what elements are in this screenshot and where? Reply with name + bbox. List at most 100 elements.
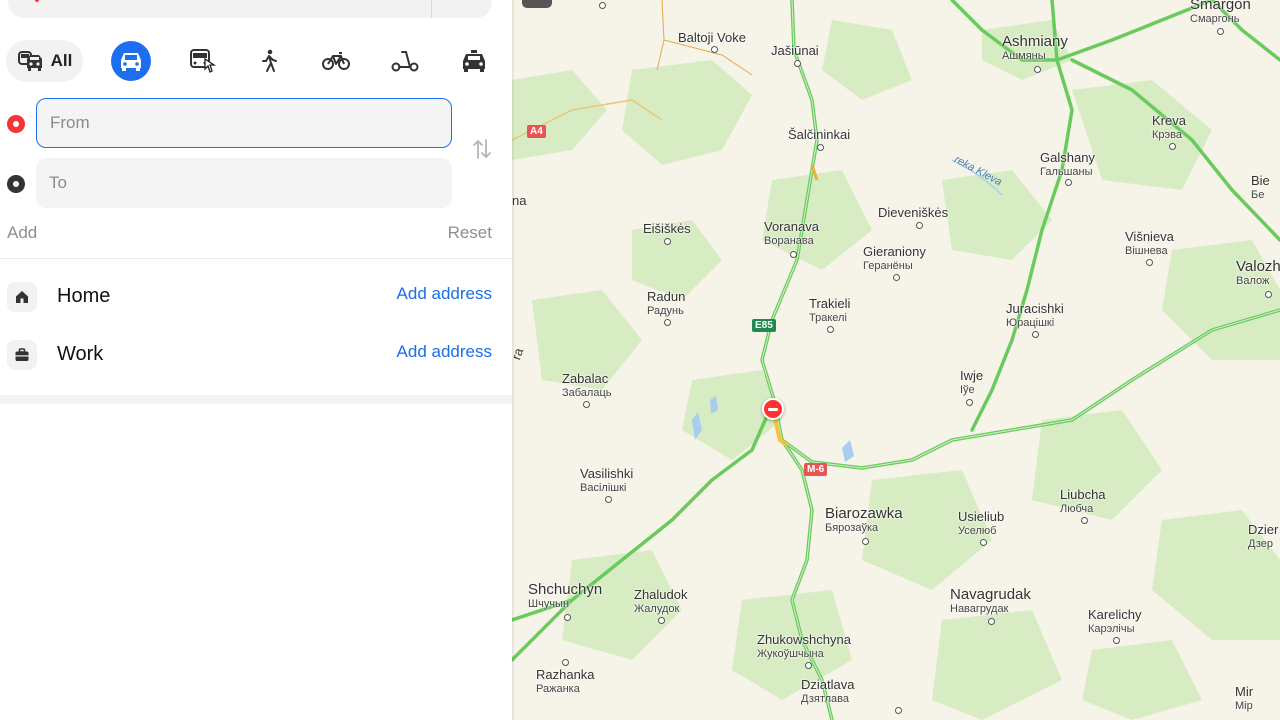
to-input[interactable]: To xyxy=(36,158,452,208)
mode-walk-button[interactable] xyxy=(251,40,287,82)
town-trakieli-name: Trakieli xyxy=(809,296,851,311)
town-vasilishki-name: Vasilishki xyxy=(580,466,634,481)
town-vishnieva: Višnieva Вішнева xyxy=(1125,230,1174,258)
town-galshany: Galshany Гальшаны xyxy=(1040,151,1095,179)
town-valozh: Valozh Валож xyxy=(1236,258,1280,288)
town-ashmiany: Ashmiany Ашмяны xyxy=(1002,34,1068,63)
town-dot xyxy=(966,399,973,406)
town-shchuchyn-name: Shchuchyn xyxy=(528,581,603,598)
town-mir-name: Mir xyxy=(1235,684,1254,699)
town-iwje-name: Iwje xyxy=(960,368,984,383)
town-razhanka-name: Razhanka xyxy=(536,667,595,682)
road-closure-icon[interactable] xyxy=(762,398,784,420)
town-usieliub: Usieliub Уселюб xyxy=(958,510,1004,538)
town-zabalac: Zabalac Забалаць xyxy=(562,372,612,400)
mode-car-button[interactable] xyxy=(111,41,151,81)
town-bie-name: Bie xyxy=(1251,173,1270,188)
town-zabalac-cyr: Забалаць xyxy=(562,387,612,399)
town-dot xyxy=(664,319,671,326)
town-smargon-cyr: Смаргонь xyxy=(1190,13,1240,25)
town-valozh-name: Valozh xyxy=(1236,258,1280,275)
swap-route-button[interactable] xyxy=(472,138,492,160)
town-dot xyxy=(862,538,869,545)
town-vasilishki: Vasilishki Васілішкі xyxy=(580,467,633,495)
town-juracishki-cyr: Юрацішкі xyxy=(1006,317,1055,329)
all-transport-icon xyxy=(17,51,42,71)
town-valozh-cyr: Валож xyxy=(1236,275,1270,287)
home-add-address-link[interactable]: Add address xyxy=(397,284,492,304)
town-dot xyxy=(980,539,987,546)
town-iwje-cyr: Іўе xyxy=(960,384,975,396)
town-biarozawka-cyr: Бярозаўка xyxy=(825,522,879,534)
pedestrian-icon xyxy=(262,49,277,72)
road-shield-a4: A4 xyxy=(527,125,546,138)
town-dot xyxy=(893,274,900,281)
town-dot xyxy=(988,618,995,625)
to-point-marker xyxy=(7,175,25,193)
town-bie-cyr: Бе xyxy=(1251,189,1265,201)
town-fragment-na: na xyxy=(512,193,527,208)
mode-taxi-button[interactable] xyxy=(456,40,492,82)
town-dot xyxy=(794,60,801,67)
town-trakieli-cyr: Тракелі xyxy=(809,312,847,324)
town-karelichy-cyr: Карэлічы xyxy=(1088,623,1135,635)
mode-all-button[interactable]: All xyxy=(6,40,83,82)
town-dot xyxy=(1081,517,1088,524)
town-zhukowshchyna-cyr: Жукоўшчына xyxy=(757,648,824,660)
add-point-button[interactable]: Add xyxy=(7,223,37,243)
town-vishnieva-cyr: Вішнева xyxy=(1125,245,1168,257)
map-control-button[interactable] xyxy=(522,0,552,8)
favorite-work-row[interactable]: Work Add address xyxy=(0,332,512,376)
town-mir-cyr: Мір xyxy=(1235,700,1253,712)
town-liubcha: Liubcha Любча xyxy=(1060,488,1106,516)
mode-transit-button[interactable] xyxy=(186,40,222,82)
town-ashmiany-cyr: Ашмяны xyxy=(1002,50,1046,62)
town-usieliub-name: Usieliub xyxy=(958,509,1005,524)
town-dot xyxy=(916,222,923,229)
town-razhanka: Razhanka Ражанка xyxy=(536,668,595,696)
panel-shadow xyxy=(512,0,514,720)
transport-modes: All xyxy=(6,40,506,82)
town-dzier-cyr: Дзер xyxy=(1248,538,1273,550)
town-trakieli: Trakieli Тракелі xyxy=(809,297,850,325)
town-radun-name: Radun xyxy=(647,289,686,304)
mode-all-label: All xyxy=(50,51,73,70)
section-separator-band xyxy=(0,395,512,404)
top-search-stub[interactable] xyxy=(8,0,492,18)
route-panel: All From To Add Reset Home Add address W… xyxy=(0,0,512,720)
town-iwje: Iwje Іўе xyxy=(960,369,983,397)
app-root: All From To Add Reset Home Add address W… xyxy=(0,0,1280,720)
mode-scooter-button[interactable] xyxy=(387,40,423,82)
town-bie: Bie Бе xyxy=(1251,174,1270,202)
work-add-address-link[interactable]: Add address xyxy=(397,342,492,362)
from-input[interactable]: From xyxy=(36,98,452,148)
town-radun: Radun Радунь xyxy=(647,290,685,318)
town-dieveniskes: Dieveniškės xyxy=(878,205,949,220)
bicycle-icon xyxy=(322,52,350,70)
briefcase-icon xyxy=(7,340,37,370)
town-dot xyxy=(1146,259,1153,266)
swap-arrows-icon xyxy=(473,139,491,159)
taxi-icon xyxy=(463,50,485,72)
favorite-home-row[interactable]: Home Add address xyxy=(0,274,512,318)
town-navagrudak-cyr: Навагрудак xyxy=(950,603,1009,615)
town-salcininkai: Šalčininkai xyxy=(788,127,851,142)
mode-bike-button[interactable] xyxy=(318,40,354,82)
town-dziatlava-name: Dziatlava xyxy=(801,677,855,692)
town-zabalac-name: Zabalac xyxy=(562,371,609,386)
map-canvas[interactable] xyxy=(512,0,1280,720)
town-dot xyxy=(827,326,834,333)
town-dot xyxy=(562,659,569,666)
reset-route-button[interactable]: Reset xyxy=(448,223,492,243)
town-shchuchyn-cyr: Шчучын xyxy=(528,598,570,610)
town-dot xyxy=(599,2,606,9)
town-smargon: Smargon Смаргонь xyxy=(1190,0,1251,26)
town-dot xyxy=(805,662,812,669)
town-eisiskes: Eišiškės xyxy=(643,221,691,236)
map-view[interactable]: A4 E85 M-6 reka Kleva Baltoji Voke Jašiū… xyxy=(512,0,1280,720)
town-kreva: Kreva Крэва xyxy=(1152,114,1186,142)
town-biarozawka-name: Biarozawka xyxy=(825,505,903,522)
town-gieraniony-name: Gieraniony xyxy=(863,244,926,259)
town-karelichy-name: Karelichy xyxy=(1088,607,1142,622)
town-dot xyxy=(895,707,902,714)
